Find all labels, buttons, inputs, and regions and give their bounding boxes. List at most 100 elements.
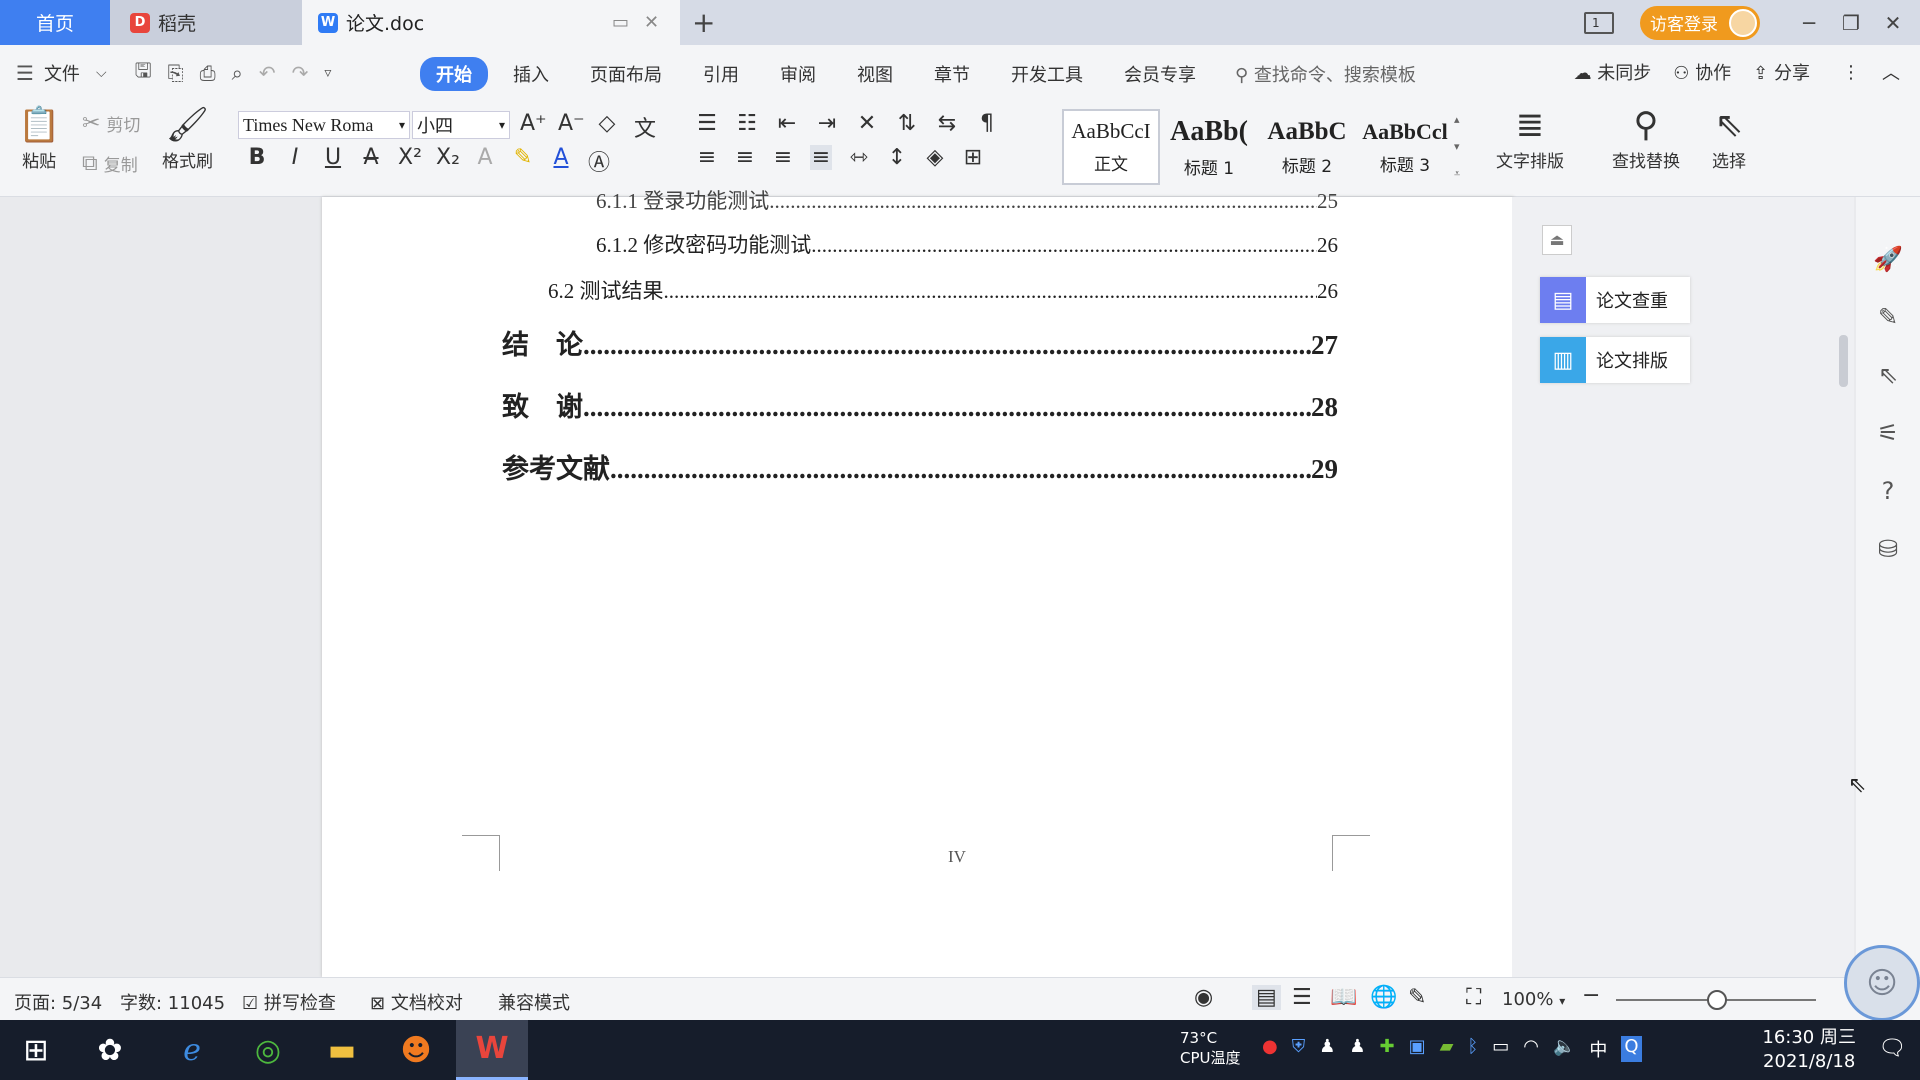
customize-qat-icon[interactable]: ▿ xyxy=(324,65,331,81)
ribbon-tab-page-layout[interactable]: 页面布局 xyxy=(574,57,678,91)
file-dropdown-icon[interactable]: ⌵ xyxy=(96,65,107,81)
ie-browser-icon[interactable]: ℯ xyxy=(156,1020,228,1080)
ribbon-tab-references[interactable]: 引用 xyxy=(687,57,755,91)
page-count[interactable]: 页面: 5/34 xyxy=(14,989,102,1015)
bullet-list-icon[interactable]: ☰ xyxy=(696,111,718,136)
font-size-select[interactable]: 小四 ▾ xyxy=(412,111,510,139)
ime-indicator[interactable]: 中 xyxy=(1589,1036,1607,1062)
unsync-button[interactable]: ☁ 未同步 xyxy=(1574,59,1652,85)
wifi-icon[interactable]: ◠ xyxy=(1523,1036,1539,1062)
read-view-icon[interactable]: 📖 xyxy=(1330,985,1357,1010)
cursor-select-icon[interactable]: ⇖ xyxy=(1878,361,1898,389)
fan-app-icon[interactable]: ✿ xyxy=(74,1020,146,1080)
tray-app-icon[interactable]: ● xyxy=(1262,1036,1278,1062)
search-tray-icon[interactable]: Q xyxy=(1621,1036,1642,1062)
spell-check-button[interactable]: ☑ 拼写检查 xyxy=(242,989,336,1015)
export-icon[interactable]: ⎘ xyxy=(168,61,184,85)
write-view-icon[interactable]: ✎ xyxy=(1408,985,1426,1010)
print-icon[interactable]: ⎙ xyxy=(200,61,216,85)
ribbon-tab-insert[interactable]: 插入 xyxy=(497,57,565,91)
file-menu[interactable]: 文件 xyxy=(44,60,80,86)
document-page[interactable]: 6.1.1 登录功能测试 ...........................… xyxy=(322,189,1514,977)
browser-360-icon[interactable]: ◎ xyxy=(232,1020,304,1080)
style-heading-2[interactable]: AaBbC 标题 2 xyxy=(1258,109,1356,185)
tab-close-icon[interactable]: ✕ xyxy=(644,12,659,33)
copy-button[interactable]: ⧉ 复制 xyxy=(82,151,138,176)
system-clock[interactable]: 16:30 周三 2021/8/18 xyxy=(1762,1026,1856,1074)
ribbon-tab-view[interactable]: 视图 xyxy=(841,57,909,91)
styles-more-icon[interactable]: ⩡ xyxy=(1454,167,1472,181)
security-icon[interactable]: ▣ xyxy=(1409,1036,1426,1062)
pen-icon[interactable]: ✎ xyxy=(1878,303,1898,331)
zoom-out-icon[interactable]: − xyxy=(1582,983,1600,1008)
restore-icon[interactable]: ❐ xyxy=(1830,11,1872,35)
shield-icon[interactable]: ⛨ xyxy=(1292,1036,1306,1062)
minimize-icon[interactable]: ─ xyxy=(1788,11,1830,35)
notification-icon[interactable]: 🗨 xyxy=(1878,1036,1906,1061)
show-marks-icon[interactable]: ¶ xyxy=(976,111,998,136)
tab-document[interactable]: W 论文.doc ▭ ✕ xyxy=(302,0,680,45)
underline-icon[interactable]: U xyxy=(322,145,344,177)
scrollbar-thumb[interactable] xyxy=(1839,335,1848,387)
shading-icon[interactable]: ◈ xyxy=(924,145,946,170)
increase-indent-icon[interactable]: ⇥ xyxy=(816,111,838,136)
highlight-icon[interactable]: ✎ xyxy=(512,145,534,177)
print-preview-icon[interactable]: ⌕ xyxy=(232,61,243,85)
windows-start-icon[interactable]: ⊞ xyxy=(0,1020,72,1080)
ribbon-tab-home[interactable]: 开始 xyxy=(420,57,488,91)
hamburger-menu-icon[interactable]: ☰ xyxy=(16,61,34,85)
volume-icon[interactable]: 🔈 xyxy=(1553,1036,1575,1062)
qq-icon[interactable]: ♟ xyxy=(1319,1036,1335,1062)
toc-entry[interactable]: 致 谢 ....................................… xyxy=(502,385,1338,424)
zoom-level[interactable]: 100% ▾ xyxy=(1502,989,1565,1010)
more-icon[interactable]: ⋮ xyxy=(1842,62,1860,83)
styles-scroll[interactable]: ▴ ▾ ⩡ xyxy=(1454,109,1472,185)
justify-icon[interactable]: ≡ xyxy=(810,145,832,170)
styles-down-icon[interactable]: ▾ xyxy=(1454,140,1472,153)
styles-up-icon[interactable]: ▴ xyxy=(1454,113,1472,126)
format-painter-button[interactable]: 🖌 格式刷 xyxy=(162,105,213,172)
style-heading-3[interactable]: AaBbCcl 标题 3 xyxy=(1356,109,1454,185)
toc-entry[interactable]: 6.2 测试结果 ...............................… xyxy=(548,275,1338,305)
collab-button[interactable]: ⚇ 协作 xyxy=(1673,59,1731,85)
toc-entry[interactable]: 结 论 ....................................… xyxy=(502,323,1338,362)
style-normal[interactable]: AaBbCcI 正文 xyxy=(1062,109,1160,185)
bluetooth-icon[interactable]: ᛒ xyxy=(1467,1036,1478,1062)
cut-button[interactable]: ✂ 剪切 xyxy=(82,111,140,136)
assistant-robot-icon[interactable]: ☺ xyxy=(1844,945,1920,1021)
tab-float-icon[interactable]: ▭ xyxy=(612,12,629,33)
strikethrough-icon[interactable]: A xyxy=(360,145,382,177)
shrink-font-icon[interactable]: A⁻ xyxy=(558,111,585,143)
new-tab-button[interactable]: + xyxy=(692,6,715,39)
ribbon-tab-review[interactable]: 审阅 xyxy=(764,57,832,91)
window-layout-icon[interactable]: 1 xyxy=(1584,11,1614,34)
close-window-icon[interactable]: ✕ xyxy=(1872,11,1914,35)
decrease-indent-icon[interactable]: ⇤ xyxy=(776,111,798,136)
toc-entry[interactable]: 参考文献 ...................................… xyxy=(502,447,1338,486)
paste-button[interactable]: 📋 粘贴 xyxy=(18,105,60,172)
web-view-icon[interactable]: 🌐 xyxy=(1370,985,1397,1010)
ribbon-tab-developer[interactable]: 开发工具 xyxy=(995,57,1099,91)
vertical-scrollbar[interactable] xyxy=(1834,197,1854,977)
find-replace-button[interactable]: ⚲ 查找替换 xyxy=(1612,105,1680,172)
font-name-select[interactable]: Times New Roma ▾ xyxy=(238,111,410,139)
panel-collapse-icon[interactable]: ⏏ xyxy=(1542,225,1572,255)
superscript-icon[interactable]: X² xyxy=(398,145,422,177)
undo-icon[interactable]: ↶ xyxy=(259,61,276,85)
zoom-slider-knob[interactable] xyxy=(1707,990,1727,1010)
word-count[interactable]: 字数: 11045 xyxy=(120,989,225,1015)
outline-view-icon[interactable]: ☰ xyxy=(1292,985,1312,1010)
page-view-icon[interactable]: ▤ xyxy=(1252,985,1281,1010)
select-button[interactable]: ⇖ 选择 xyxy=(1712,105,1746,172)
ribbon-tab-chapter[interactable]: 章节 xyxy=(918,57,986,91)
italic-icon[interactable]: I xyxy=(284,145,306,177)
help-icon[interactable]: ? xyxy=(1882,477,1895,505)
subscript-icon[interactable]: X₂ xyxy=(436,145,460,177)
thesis-layout-button[interactable]: ▥ 论文排版 xyxy=(1540,337,1690,383)
tab-home[interactable]: 首页 xyxy=(0,0,110,45)
text-layout-button[interactable]: ≣ 文字排版 xyxy=(1496,105,1564,172)
cpu-temperature[interactable]: 73°C CPU温度 xyxy=(1180,1028,1241,1068)
numbered-list-icon[interactable]: ☷ xyxy=(736,111,758,136)
rocket-icon[interactable]: 🚀 xyxy=(1873,245,1903,273)
ribbon-tab-member[interactable]: 会员专享 xyxy=(1108,57,1212,91)
